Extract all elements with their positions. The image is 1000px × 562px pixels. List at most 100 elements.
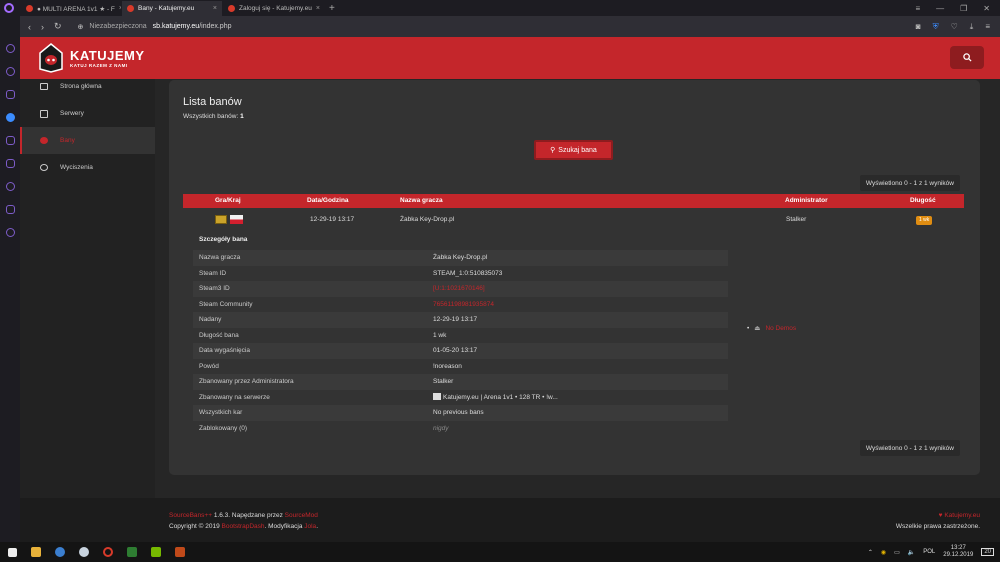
site-sidebar: Strona główna Serwery Bany Wyciszenia — [20, 79, 155, 498]
bootstrapdash-link[interactable]: BootstrapDash — [222, 523, 265, 530]
browser-tab-bar: ● MULTI ARENA 1v1 ★ - F × Bany - Katujemy… — [0, 0, 1000, 16]
detail-key: Zbanowany przez Administratora — [199, 378, 294, 385]
opera-logo-icon[interactable] — [4, 3, 14, 13]
col-admin: Administrator — [785, 197, 828, 204]
search-icon: ⚲ — [550, 147, 556, 154]
browser-tab-2[interactable]: Bany - Katujemy.eu × — [122, 1, 222, 16]
search-icon[interactable] — [5, 136, 15, 145]
taskbar-clock[interactable]: 13:27 29.12.2019 — [943, 545, 973, 559]
reload-icon[interactable]: ↻ — [54, 21, 62, 32]
maximize-icon[interactable]: ❐ — [960, 4, 967, 13]
ban-icon — [40, 137, 48, 144]
demo-link[interactable]: • ⏏ No Demos — [747, 324, 796, 333]
detail-value: nigdy — [433, 424, 449, 432]
teamspeak-icon[interactable] — [55, 547, 65, 557]
minimize-icon[interactable]: — — [936, 4, 944, 13]
download-icon[interactable]: ⤓ — [970, 22, 974, 32]
menu-icon[interactable]: ≡ — [985, 22, 990, 32]
nav-item-mutes[interactable]: Wyciszenia — [20, 154, 155, 181]
table-row[interactable]: 12-29-19 13:17 Żabka Key-Drop.pl Stalker… — [183, 210, 964, 230]
close-icon[interactable]: × — [213, 5, 217, 12]
sourcebans-link[interactable]: SourceBans++ — [169, 512, 212, 519]
col-player: Nazwa gracza — [400, 197, 443, 204]
url-field[interactable]: ⊕ Niezabezpieczona sb.katujemy.eu/index.… — [78, 23, 232, 31]
row-admin: Stalker — [786, 216, 807, 223]
site-logo[interactable]: KATUJEMY KATUJ RAZEM Z NAMI — [38, 43, 145, 73]
detail-row: Zablokowany (0) nigdy — [193, 421, 728, 437]
detail-row: Zbanowany na serwerze Katujemy.eu | Arena… — [193, 390, 728, 406]
browser-tab-1[interactable]: ● MULTI ARENA 1v1 ★ - F × — [21, 1, 121, 16]
box-icon[interactable] — [5, 205, 15, 214]
header-search-button[interactable] — [950, 46, 984, 69]
detail-value: No previous bans — [433, 409, 484, 416]
nav-item-servers[interactable]: Serwery — [20, 100, 155, 127]
opera-icon[interactable] — [103, 547, 113, 557]
detail-row: Nazwa gracza Żabka Key-Drop.pl — [193, 250, 728, 266]
heart-icon[interactable]: ♡ — [951, 22, 958, 32]
twitch-icon[interactable] — [5, 67, 15, 76]
detail-value: STEAM_1:0:510835073 — [433, 269, 503, 277]
col-length: Długość — [910, 197, 936, 204]
detail-row: Zbanowany przez Administratora Stalker — [193, 374, 728, 390]
detail-value: 1 wk — [433, 331, 447, 339]
row-date: 12-29-19 13:17 — [310, 216, 355, 223]
detail-value: Żabka Key-Drop.pl — [433, 254, 488, 261]
windows-start-icon[interactable] — [8, 547, 17, 557]
notification-icon[interactable]: 20 — [981, 548, 994, 556]
close-icon[interactable]: × — [316, 5, 320, 12]
back-icon[interactable]: ‹ — [28, 22, 31, 32]
tab-favicon-icon — [228, 5, 235, 12]
nav-item-home[interactable]: Strona główna — [20, 73, 155, 100]
site-header: KATUJEMY KATUJ RAZEM Z NAMI — [20, 37, 1000, 79]
detail-key: Nadany — [199, 316, 222, 323]
shield-icon[interactable]: ⛨ — [933, 22, 939, 32]
file-explorer-icon[interactable] — [31, 547, 41, 557]
footer-side — [20, 498, 155, 542]
url-path: /index.php — [199, 23, 232, 30]
detail-value: 12-29-19 13:17 — [433, 316, 478, 323]
close-icon[interactable]: × — [119, 5, 121, 12]
twitch-alt-icon[interactable] — [5, 90, 15, 99]
jola-link[interactable]: Jola — [304, 523, 316, 530]
table-header: Gra/Kraj Data/Godzina Nazwa gracza Admin… — [183, 194, 964, 208]
katujemy-link[interactable]: Katujemy.eu — [944, 512, 980, 519]
logo-subtitle: KATUJ RAZEM Z NAMI — [70, 63, 128, 68]
mute-icon[interactable] — [5, 159, 15, 168]
server-name: Katujemy.eu | Arena 1v1 • 128 TR • !w... — [443, 393, 558, 401]
rights-text: Wszelkie prawa zastrzeżone. — [895, 523, 980, 530]
settings-icon[interactable] — [5, 228, 15, 237]
detail-value[interactable]: [U:1:1021670146] — [433, 281, 485, 297]
lock-icon: ⏏ — [754, 325, 761, 332]
language-indicator[interactable]: POL — [923, 549, 935, 555]
gamepad-icon[interactable] — [5, 44, 15, 53]
sourcemod-link[interactable]: SourceMod — [285, 512, 318, 519]
chrome-tray-icon[interactable]: ◉ — [881, 549, 886, 556]
close-window-icon[interactable]: ✕ — [983, 4, 990, 13]
monitor-icon — [40, 83, 48, 90]
camera-icon[interactable]: ◙ — [916, 22, 921, 32]
col-datetime: Data/Godzina — [307, 197, 349, 204]
messenger-icon[interactable] — [5, 113, 15, 122]
game-app-icon[interactable] — [175, 547, 185, 557]
tray-up-icon[interactable]: ⌃ — [868, 549, 873, 556]
steam-icon[interactable] — [79, 547, 89, 557]
length-badge: 1 wk — [916, 216, 933, 225]
network-icon[interactable]: ▭ — [894, 549, 900, 556]
chart-app-icon[interactable] — [127, 547, 137, 557]
tab-favicon-icon — [26, 5, 33, 12]
browser-tab-3[interactable]: Zaloguj się - Katujemy.eu × — [223, 1, 323, 16]
search-ban-button[interactable]: ⚲ Szukaj bana — [534, 140, 613, 160]
detail-value[interactable]: 76561198981935874 — [433, 297, 494, 313]
hooded-logo-icon — [39, 43, 63, 73]
history-icon[interactable] — [5, 182, 15, 191]
server-icon — [40, 109, 48, 118]
forward-icon[interactable]: › — [41, 22, 44, 32]
tab-menu-icon[interactable]: ≡ — [915, 4, 920, 13]
nvidia-icon[interactable] — [151, 547, 161, 557]
detail-row: Wszystkich kar No previous bans — [193, 405, 728, 421]
volume-icon[interactable]: 🔈 — [908, 549, 915, 556]
detail-key: Steam3 ID — [199, 285, 230, 292]
nav-item-bans[interactable]: Bany — [20, 127, 155, 154]
new-tab-button[interactable]: + — [323, 1, 341, 16]
detail-key: Data wygaśnięcia — [199, 347, 250, 354]
